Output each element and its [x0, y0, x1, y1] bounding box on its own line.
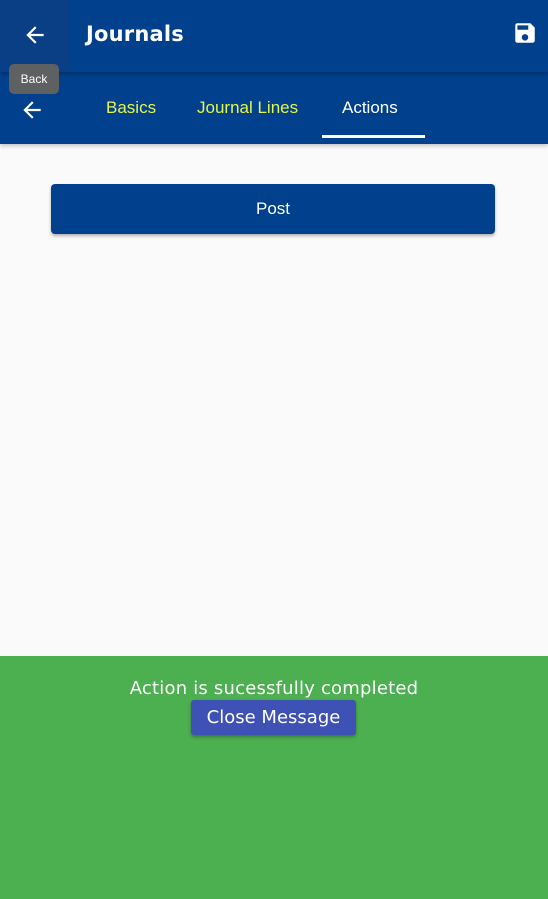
- back-button[interactable]: [0, 0, 70, 70]
- actions-panel: Post: [0, 144, 548, 656]
- close-message-button[interactable]: Close Message: [191, 700, 356, 735]
- active-tab-indicator: [322, 135, 425, 138]
- save-button[interactable]: [510, 18, 540, 48]
- arrow-left-icon: [23, 101, 41, 119]
- success-toast: Action is sucessfully completed Close Me…: [0, 656, 548, 899]
- tab-journal-lines[interactable]: Journal Lines: [197, 98, 298, 118]
- toast-message: Action is sucessfully completed: [129, 678, 419, 699]
- floppy-disk-icon: [515, 23, 535, 43]
- app-bar: Journals: [0, 0, 548, 72]
- tab-bar: Basics Journal Lines Actions: [0, 72, 548, 144]
- back-tooltip: Back: [9, 64, 59, 94]
- tab-actions[interactable]: Actions: [342, 98, 398, 118]
- tab-back-button[interactable]: [18, 96, 46, 124]
- tab-basics[interactable]: Basics: [106, 98, 156, 118]
- page-title: Journals: [86, 22, 184, 46]
- post-button[interactable]: Post: [51, 184, 495, 234]
- arrow-left-icon: [26, 26, 44, 44]
